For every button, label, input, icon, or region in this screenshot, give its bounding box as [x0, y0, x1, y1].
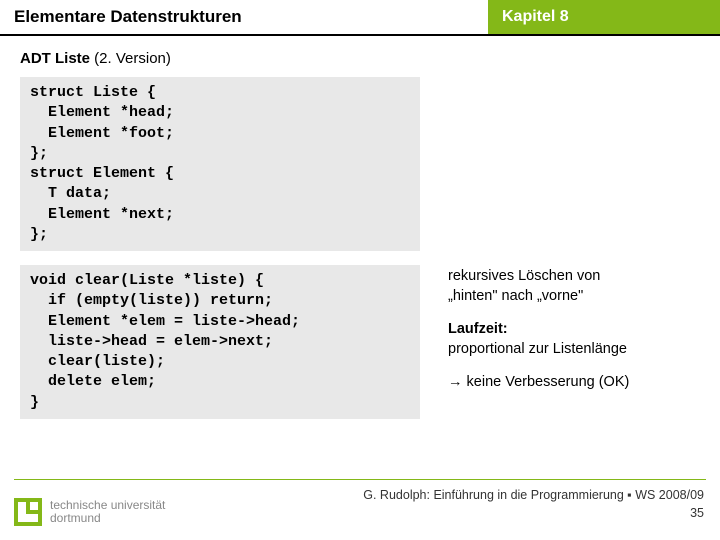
note-recursive: rekursives Löschen von „hinten" nach „vo…: [448, 267, 629, 306]
note-line: „hinten" nach „vorne": [448, 288, 583, 304]
header-title-left: Elementare Datenstrukturen: [0, 0, 488, 34]
side-notes: rekursives Löschen von „hinten" nach „vo…: [420, 265, 629, 407]
university-logo: technische universität dortmund: [14, 498, 165, 526]
subtitle-rest: (2. Version): [90, 50, 171, 67]
subtitle-bold: ADT Liste: [20, 50, 90, 67]
note-line: rekursives Löschen von: [448, 268, 600, 284]
header-title-right: Kapitel 8: [488, 0, 720, 34]
slide-number: 35: [690, 506, 704, 520]
footer-credits: G. Rudolph: Einführung in die Programmie…: [363, 488, 704, 502]
note-conclusion: → keine Verbesserung (OK): [448, 373, 629, 393]
code-block-clear: void clear(Liste *liste) { if (empty(lis…: [20, 265, 420, 419]
logo-line: dortmund: [50, 511, 101, 525]
code-and-notes-row: void clear(Liste *liste) { if (empty(lis…: [20, 265, 700, 433]
logo-line: technische universität: [50, 498, 165, 512]
subtitle: ADT Liste (2. Version): [20, 50, 700, 67]
code-block-struct: struct Liste { Element *head; Element *f…: [20, 77, 420, 251]
tu-logo-icon: [14, 498, 42, 526]
university-name: technische universität dortmund: [50, 499, 165, 525]
note-runtime: Laufzeit: proportional zur Listenlänge: [448, 320, 629, 359]
slide-header: Elementare Datenstrukturen Kapitel 8: [0, 0, 720, 36]
note-line-bold: Laufzeit:: [448, 321, 508, 337]
slide-content: ADT Liste (2. Version) struct Liste { El…: [0, 36, 720, 433]
note-line: proportional zur Listenlänge: [448, 341, 627, 357]
slide-footer: G. Rudolph: Einführung in die Programmie…: [363, 487, 704, 522]
footer-divider: [14, 479, 706, 480]
